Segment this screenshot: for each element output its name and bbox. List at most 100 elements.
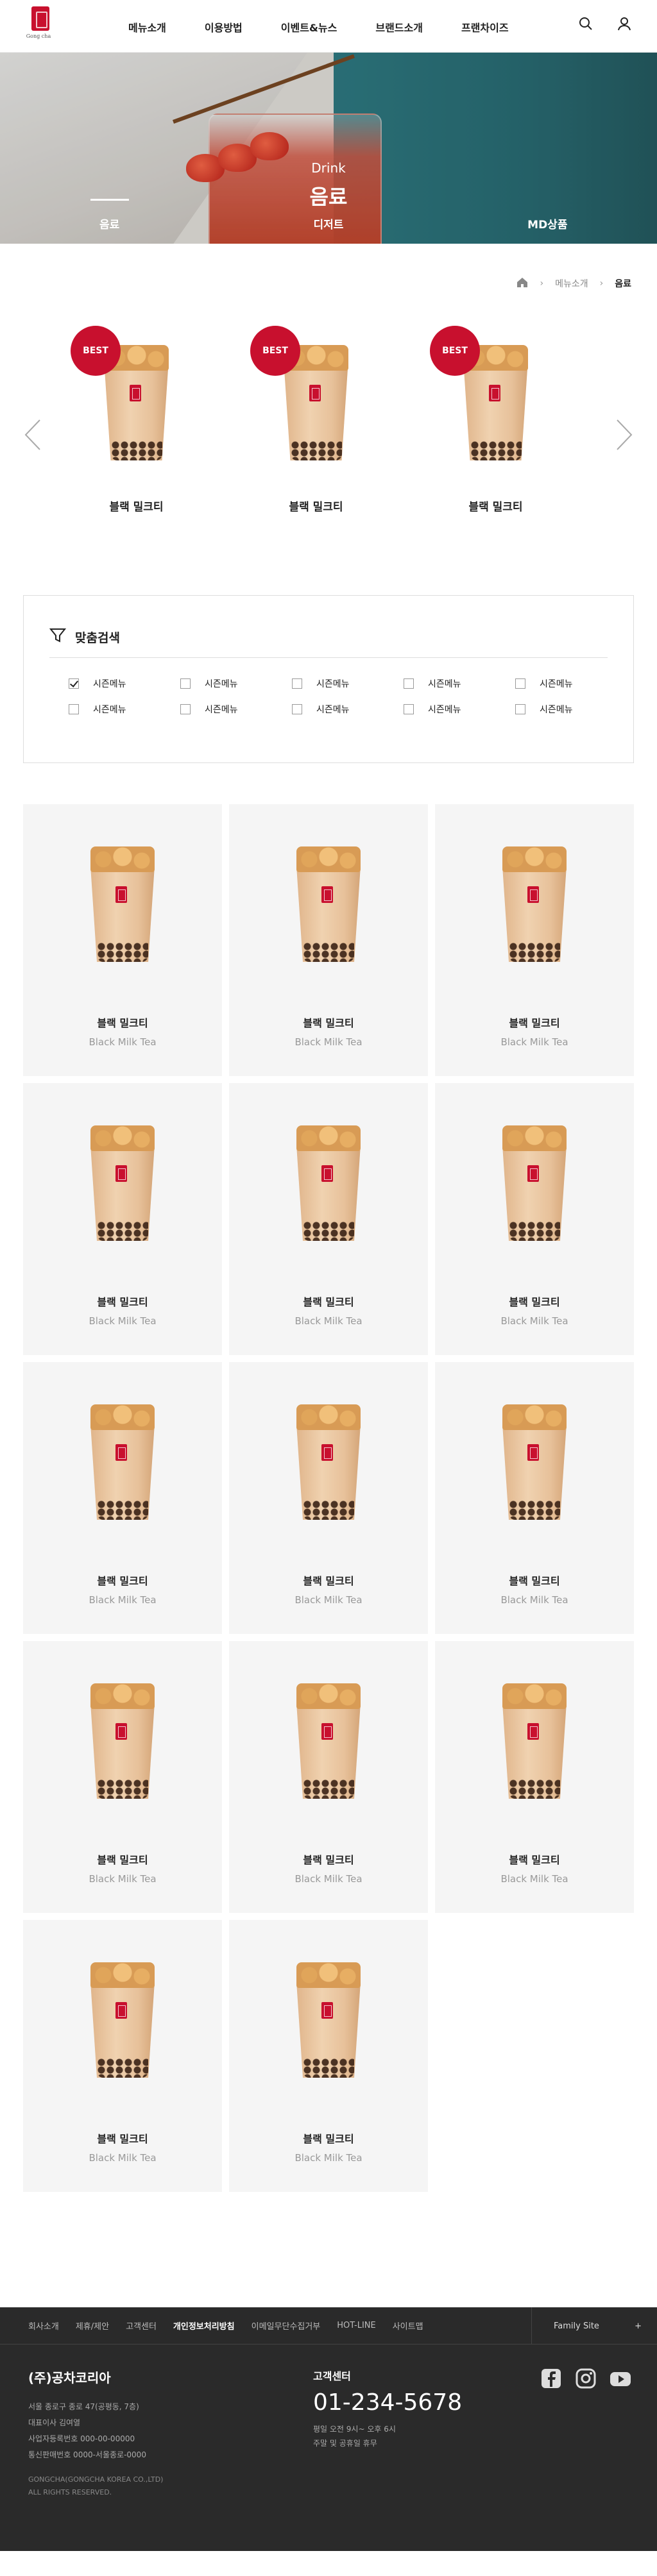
tab-drink[interactable]: 음료 — [0, 199, 219, 244]
family-site-select[interactable]: Family Site + — [531, 2307, 657, 2344]
product-name-en: Black Milk Tea — [294, 1594, 363, 1606]
header-utility — [579, 17, 631, 31]
product-card[interactable]: 블랙 밀크티 Black Milk Tea — [23, 804, 222, 1076]
product-name: 블랙 밀크티 — [303, 2133, 354, 2145]
user-icon[interactable] — [617, 17, 631, 31]
milk-tea-image — [500, 1404, 569, 1526]
filter-option-label: 시즌메뉴 — [93, 679, 126, 689]
filter-option-label: 시즌메뉴 — [316, 705, 350, 715]
filter-option[interactable]: 시즌메뉴 — [273, 703, 384, 716]
milk-tea-image — [500, 1683, 569, 1805]
product-name: 블랙 밀크티 — [509, 1017, 560, 1029]
nav-howto[interactable]: 이용방법 — [205, 19, 243, 35]
product-card[interactable]: 블랙 밀크티 Black Milk Tea — [23, 1362, 222, 1634]
footer-link-company[interactable]: 회사소개 — [28, 2319, 59, 2332]
product-name: 블랙 밀크티 — [509, 1296, 560, 1308]
product-card[interactable]: 블랙 밀크티 Black Milk Tea — [23, 1920, 222, 2192]
checkbox[interactable] — [292, 704, 302, 714]
product-name: 블랙 밀크티 — [303, 1575, 354, 1587]
breadcrumb-menu[interactable]: 메뉴소개 — [555, 277, 588, 290]
product-card[interactable]: 블랙 밀크티 Black Milk Tea — [435, 1083, 634, 1355]
product-name-en: Black Milk Tea — [89, 2152, 157, 2164]
footer-link-partnership[interactable]: 제휴/제안 — [76, 2319, 109, 2332]
gongcha-logo-icon — [31, 6, 49, 31]
product-card[interactable]: 블랙 밀크티 Black Milk Tea — [435, 1362, 634, 1634]
footer-link-support[interactable]: 고객센터 — [126, 2319, 157, 2332]
category-tabs: 음료 디저트 MD상품 — [0, 199, 657, 244]
sns-links — [540, 2368, 631, 2389]
filter-option[interactable]: 시즌메뉴 — [49, 703, 161, 716]
filter-icon — [49, 628, 67, 646]
search-icon[interactable] — [579, 17, 593, 31]
milk-tea-image — [88, 1962, 157, 2084]
checkbox[interactable] — [69, 678, 79, 689]
footer-link-hotline[interactable]: HOT-LINE — [337, 2321, 375, 2330]
filter-option[interactable]: 시즌메뉴 — [496, 703, 608, 716]
slider-prev-icon[interactable] — [23, 419, 42, 451]
plus-icon: + — [635, 2321, 642, 2331]
product-card[interactable]: 블랙 밀크티 Black Milk Tea — [23, 1641, 222, 1913]
filter-option[interactable]: 시즌메뉴 — [161, 703, 273, 716]
product-card[interactable]: 블랙 밀크티 Black Milk Tea — [229, 804, 428, 1076]
company-business-number: 사업자등록번호 000-00-00000 — [28, 2434, 135, 2443]
nav-franchise[interactable]: 프랜차이즈 — [461, 19, 509, 35]
filter-option[interactable]: 시즌메뉴 — [161, 677, 273, 690]
product-name-en: Black Milk Tea — [89, 1594, 157, 1606]
nav-brand[interactable]: 브랜드소개 — [375, 19, 423, 35]
product-name-en: Black Milk Tea — [294, 2152, 363, 2164]
product-card[interactable]: 블랙 밀크티 Black Milk Tea — [23, 1083, 222, 1355]
home-icon[interactable] — [516, 277, 528, 290]
facebook-icon[interactable] — [540, 2368, 562, 2389]
filter-option[interactable]: 시즌메뉴 — [273, 677, 384, 690]
checkbox[interactable] — [69, 704, 79, 714]
footer-link-email-policy[interactable]: 이메일무단수집거부 — [252, 2319, 321, 2332]
filter-option[interactable]: 시즌메뉴 — [49, 677, 161, 690]
product-name-en: Black Milk Tea — [500, 1873, 568, 1885]
milk-tea-image — [294, 1683, 363, 1805]
family-site-label: Family Site — [554, 2321, 599, 2331]
footer-link-privacy[interactable]: 개인정보처리방침 — [173, 2319, 235, 2332]
checkbox[interactable] — [515, 678, 525, 689]
filter-option-label: 시즌메뉴 — [428, 705, 461, 715]
product-card[interactable]: 블랙 밀크티 Black Milk Tea — [229, 1362, 428, 1634]
company-info: (주)공차코리아 서울 종로구 종로 47(공평동, 7층) 대표이사 김여열 … — [28, 2368, 163, 2499]
brand-logo[interactable]: Gong cha — [26, 6, 53, 39]
product-card[interactable]: 블랙 밀크티 Black Milk Tea — [229, 1920, 428, 2192]
checkbox[interactable] — [404, 704, 414, 714]
product-name: 블랙 밀크티 — [97, 1575, 148, 1587]
nav-menu[interactable]: 메뉴소개 — [128, 19, 166, 35]
site-footer: 회사소개 제휴/제안 고객센터 개인정보처리방침 이메일무단수집거부 HOT-L… — [0, 2307, 657, 2551]
best-slide[interactable]: BEST 블랙 밀크티 — [250, 326, 382, 514]
filter-option-label: 시즌메뉴 — [205, 679, 238, 689]
product-name-en: Black Milk Tea — [500, 1315, 568, 1327]
product-card[interactable]: 블랙 밀크티 Black Milk Tea — [229, 1083, 428, 1355]
checkbox[interactable] — [404, 678, 414, 689]
slider-next-icon[interactable] — [615, 419, 634, 451]
best-slide[interactable]: BEST 블랙 밀크티 — [430, 326, 561, 514]
tab-dessert[interactable]: 디저트 — [219, 199, 438, 244]
filter-option[interactable]: 시즌메뉴 — [496, 677, 608, 690]
checkbox[interactable] — [292, 678, 302, 689]
product-name: 블랙 밀크티 — [97, 1017, 148, 1029]
instagram-icon[interactable] — [575, 2368, 597, 2389]
nav-events[interactable]: 이벤트&뉴스 — [281, 19, 337, 35]
filter-option[interactable]: 시즌메뉴 — [384, 677, 496, 690]
product-name: 블랙 밀크티 — [97, 1854, 148, 1866]
product-name-en: Black Milk Tea — [89, 1315, 157, 1327]
cs-hours-line: 평일 오전 9시~ 오후 6시 — [313, 2425, 396, 2434]
product-card[interactable]: 블랙 밀크티 Black Milk Tea — [229, 1641, 428, 1913]
filter-option-label: 시즌메뉴 — [93, 705, 126, 715]
product-card[interactable]: 블랙 밀크티 Black Milk Tea — [435, 1641, 634, 1913]
filter-option-label: 시즌메뉴 — [428, 679, 461, 689]
youtube-icon[interactable] — [610, 2368, 631, 2389]
milk-tea-image — [88, 1125, 157, 1247]
checkbox[interactable] — [180, 704, 191, 714]
footer-link-sitemap[interactable]: 사이트맵 — [393, 2319, 423, 2332]
checkbox[interactable] — [515, 704, 525, 714]
filter-option[interactable]: 시즌메뉴 — [384, 703, 496, 716]
checkbox[interactable] — [180, 678, 191, 689]
customer-center: 고객센터 01-234-5678 평일 오전 9시~ 오후 6시 주말 및 공휴… — [313, 2368, 462, 2450]
product-card[interactable]: 블랙 밀크티 Black Milk Tea — [435, 804, 634, 1076]
best-slide[interactable]: BEST 블랙 밀크티 — [71, 326, 202, 514]
tab-md[interactable]: MD상품 — [438, 199, 657, 244]
